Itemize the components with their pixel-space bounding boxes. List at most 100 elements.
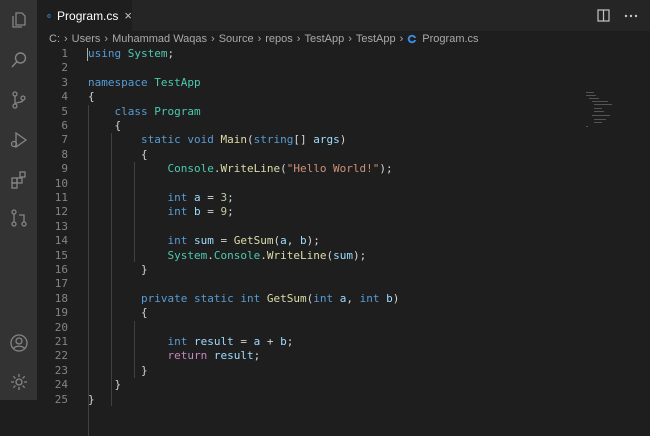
files-icon[interactable] xyxy=(0,5,37,35)
line-number: 19 xyxy=(54,306,68,320)
breadcrumb-item[interactable]: Muhammad Waqas xyxy=(112,33,207,45)
line-number: 7 xyxy=(61,133,68,147)
code-text: static void Main(string[] args) xyxy=(140,133,347,147)
breadcrumb-item[interactable]: TestApp xyxy=(304,33,344,45)
code-text: System.Console.WriteLine(sum); xyxy=(167,248,367,262)
code-line[interactable]: 24 } xyxy=(37,378,650,392)
code-line[interactable]: 22 return result; xyxy=(37,349,650,363)
code-line[interactable]: 7 static void Main(string[] args) xyxy=(37,133,650,147)
run-debug-icon[interactable] xyxy=(0,125,37,155)
code-text: int sum = GetSum(a, b); xyxy=(167,234,320,248)
code-text: } xyxy=(88,263,148,276)
chevron-right-icon: › xyxy=(257,33,262,45)
code-line[interactable]: 17 xyxy=(37,277,650,291)
code-line[interactable]: 19 { xyxy=(37,306,650,320)
code-line[interactable]: 8 { xyxy=(37,148,650,162)
csharp-file-icon xyxy=(407,34,418,44)
settings-gear-icon[interactable] xyxy=(0,367,37,397)
line-number: 6 xyxy=(61,119,68,132)
code-line[interactable]: 5 class Program xyxy=(37,105,650,119)
tab-label: Program.cs xyxy=(57,8,119,23)
source-control-icon[interactable] xyxy=(0,85,37,115)
code-line[interactable]: 12 int b = 9; xyxy=(37,205,650,219)
code-line[interactable]: 20 xyxy=(37,321,650,335)
line-number: 10 xyxy=(54,176,68,190)
breadcrumb-item[interactable]: repos xyxy=(265,33,293,45)
line-number: 9 xyxy=(61,162,68,176)
line-number: 24 xyxy=(54,378,68,392)
line-number: 1 xyxy=(61,47,68,60)
activity-bar xyxy=(0,0,37,400)
tab-program-cs[interactable]: Program.cs × xyxy=(37,0,132,31)
breadcrumb-item[interactable]: C: xyxy=(49,33,60,45)
code-text: { xyxy=(88,306,148,320)
code-line[interactable]: 16 } xyxy=(37,263,650,277)
code-text: int result = a + b; xyxy=(167,335,294,348)
code-line[interactable]: 23 } xyxy=(37,364,650,378)
code-line[interactable]: 15 System.Console.WriteLine(sum); xyxy=(37,249,650,263)
line-number: 15 xyxy=(54,248,68,262)
chevron-right-icon: › xyxy=(399,33,404,45)
line-number: 18 xyxy=(54,291,68,305)
pull-requests-icon[interactable] xyxy=(0,203,37,233)
code-line[interactable]: 3 namespace TestApp xyxy=(37,76,650,90)
code-text: { xyxy=(88,119,122,132)
breadcrumb-item[interactable]: Source xyxy=(219,33,254,45)
code-line[interactable]: 1 using System; xyxy=(37,47,650,61)
code-line[interactable]: 18 private static int GetSum(int a, int … xyxy=(37,292,650,306)
breadcrumb: C: › Users › Muhammad Waqas › Source › r… xyxy=(37,31,650,47)
code-text: return result; xyxy=(167,349,261,363)
code-text: class Program xyxy=(114,104,201,118)
code-text: namespace TestApp xyxy=(88,75,201,89)
code-line[interactable]: 9 Console.WriteLine("Hello World!"); xyxy=(37,162,650,176)
code-text: int b = 9; xyxy=(167,205,234,219)
breadcrumb-item[interactable]: Users xyxy=(72,33,101,45)
search-icon[interactable] xyxy=(0,45,37,75)
chevron-right-icon: › xyxy=(64,33,68,45)
code-line[interactable]: 10 xyxy=(37,177,650,191)
line-number: 14 xyxy=(54,234,68,248)
close-icon[interactable]: × xyxy=(124,8,132,23)
code-text: int a = 3; xyxy=(167,191,234,204)
line-number: 23 xyxy=(54,363,68,377)
text-cursor xyxy=(87,48,88,61)
breadcrumb-item: Program.cs xyxy=(422,33,479,45)
tab-bar: Program.cs × xyxy=(37,0,650,31)
split-editor-icon[interactable] xyxy=(597,9,610,22)
breadcrumb-item[interactable]: TestApp xyxy=(356,33,396,45)
line-number: 4 xyxy=(61,90,68,104)
code-editor[interactable]: 1 using System; 2 3 namespace TestApp 4{5 cla… xyxy=(37,47,650,436)
editor-actions xyxy=(597,0,638,31)
line-number: 21 xyxy=(54,335,68,348)
chevron-right-icon: › xyxy=(296,33,301,45)
line-number: 20 xyxy=(54,320,68,334)
extensions-icon[interactable] xyxy=(0,165,37,195)
code-text: Console.WriteLine("Hello World!"); xyxy=(167,162,393,176)
line-number: 13 xyxy=(54,219,68,233)
line-number: 8 xyxy=(61,147,68,161)
line-number: 2 xyxy=(61,61,68,75)
chevron-right-icon: › xyxy=(211,33,215,45)
code-text: } xyxy=(88,363,148,377)
more-actions-icon[interactable] xyxy=(624,14,638,18)
code-line[interactable]: 13 xyxy=(37,220,650,234)
code-line[interactable]: 2 xyxy=(37,61,650,75)
line-number: 3 xyxy=(61,75,68,89)
code-line[interactable]: 14 int sum = GetSum(a, b); xyxy=(37,234,650,248)
code-text: { xyxy=(88,90,95,104)
code-line[interactable]: 6 { xyxy=(37,119,650,133)
code-text: private static int GetSum(int a, int b) xyxy=(140,291,400,305)
code-line[interactable]: 11 int a = 3; xyxy=(37,191,650,205)
line-number: 5 xyxy=(61,104,68,118)
chevron-right-icon: › xyxy=(348,33,352,45)
code-line[interactable]: 4{ xyxy=(37,90,650,104)
account-icon[interactable] xyxy=(0,328,37,358)
code-text: { xyxy=(88,147,148,161)
code-line[interactable]: 21 int result = a + b; xyxy=(37,335,650,349)
csharp-file-icon xyxy=(47,13,52,18)
line-number: 22 xyxy=(54,349,68,363)
code-text: using System; xyxy=(88,47,175,60)
line-number: 16 xyxy=(54,263,68,276)
line-number: 12 xyxy=(54,205,68,219)
breadcrumb-file[interactable]: Program.cs xyxy=(407,33,479,45)
